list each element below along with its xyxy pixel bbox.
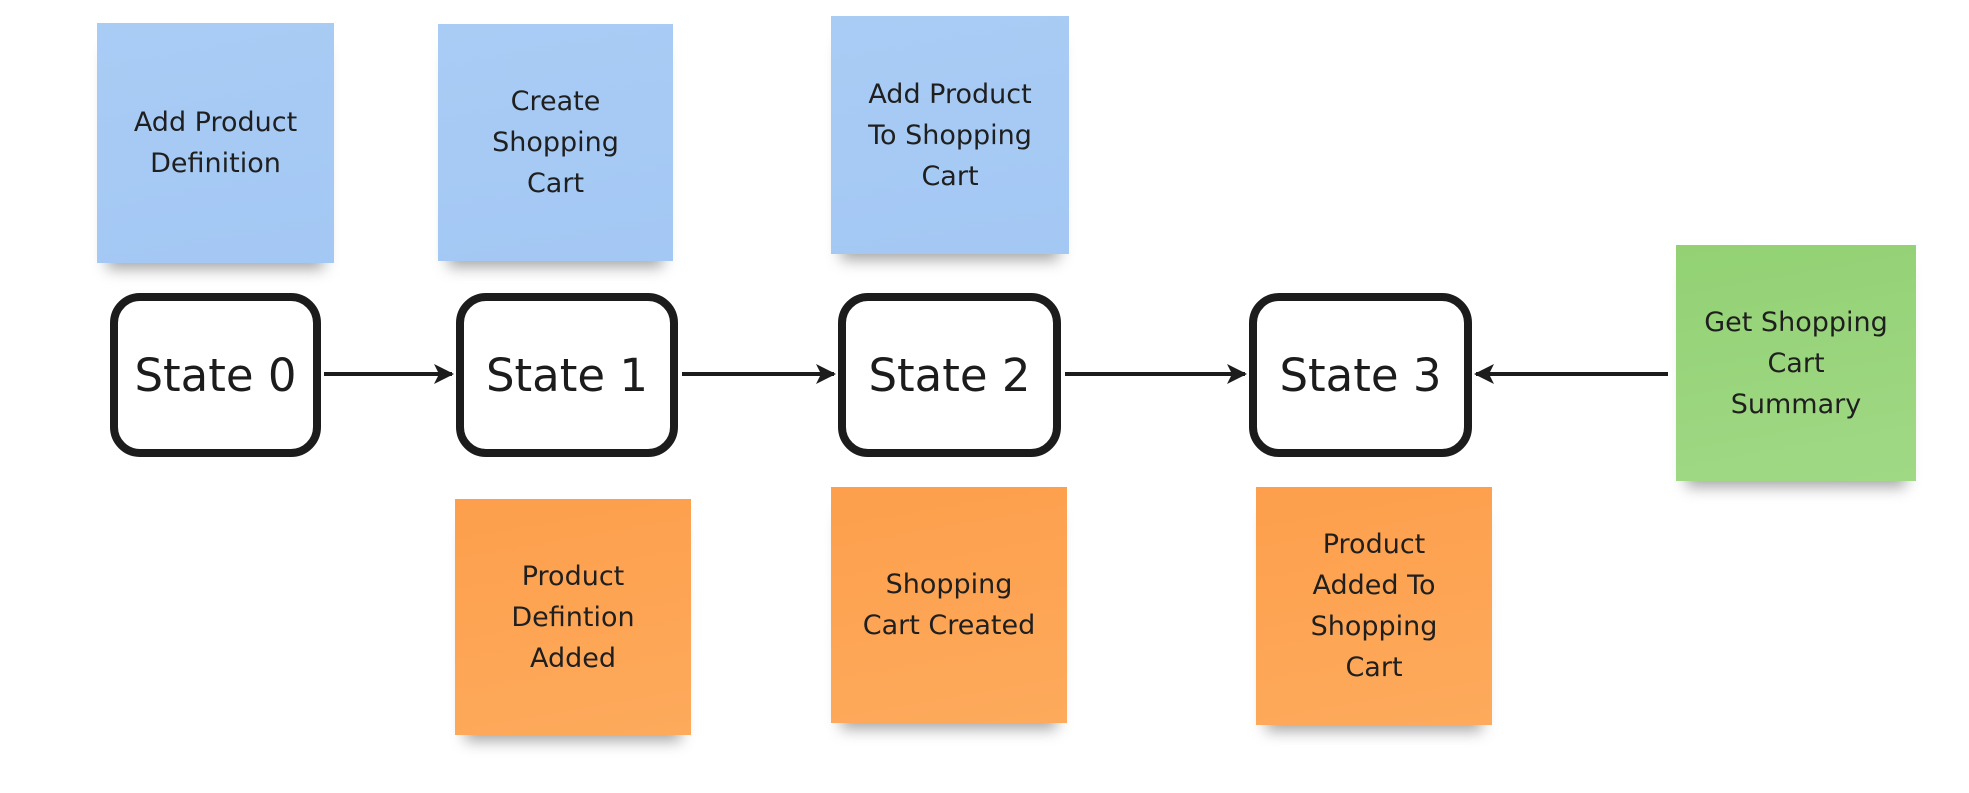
command-note[interactable]: Add Product To Shopping Cart — [831, 16, 1069, 254]
state-box[interactable]: State 1 — [456, 293, 678, 457]
state-box[interactable]: State 2 — [838, 293, 1061, 457]
state-box[interactable]: State 3 — [1249, 293, 1472, 457]
query-note[interactable]: Get Shopping Cart Summary — [1676, 245, 1916, 481]
event-note[interactable]: Product Defintion Added — [455, 499, 691, 735]
command-note[interactable]: Create Shopping Cart — [438, 24, 673, 261]
event-note[interactable]: Shopping Cart Created — [831, 487, 1067, 723]
event-note[interactable]: Product Added To Shopping Cart — [1256, 487, 1492, 725]
command-note[interactable]: Add Product Definition — [97, 23, 334, 263]
state-box[interactable]: State 0 — [110, 293, 321, 457]
